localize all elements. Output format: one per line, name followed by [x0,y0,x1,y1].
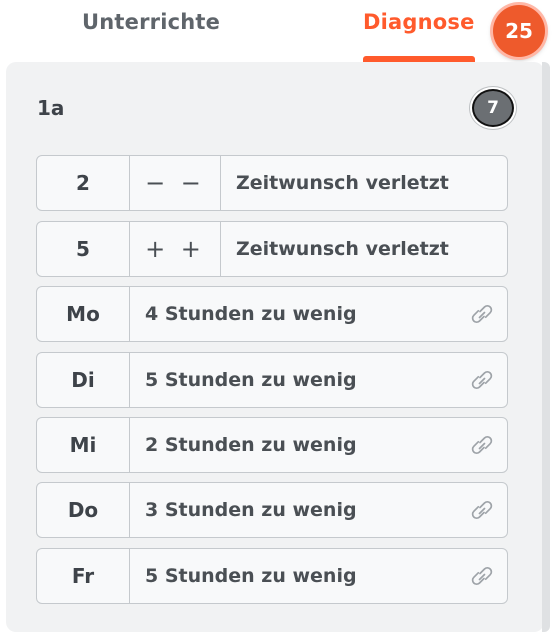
day-label: Fr [37,549,130,603]
time-wish-symbol: + + [130,222,221,276]
link-icon[interactable] [457,549,507,603]
day-label: Di [37,353,130,407]
day-row-mo[interactable]: Mo 4 Stunden zu wenig [36,286,508,342]
link-icon[interactable] [457,353,507,407]
diagnosis-panel [6,62,544,632]
panel-scrollbar[interactable] [542,62,550,632]
day-row-di[interactable]: Di 5 Stunden zu wenig [36,352,508,408]
time-wish-row[interactable]: 5 + + Zeitwunsch verletzt [36,221,508,277]
day-label: Do [37,483,130,537]
day-issue-text: 5 Stunden zu wenig [145,369,357,391]
tab-bar: Unterrichte Diagnose 25 [0,0,558,62]
time-wish-text: Zeitwunsch verletzt [236,172,449,194]
link-icon[interactable] [457,418,507,472]
day-label: Mo [37,287,130,341]
link-icon[interactable] [457,287,507,341]
link-icon[interactable] [457,483,507,537]
day-label: Mi [37,418,130,472]
issue-count-badge: 7 [472,89,514,127]
class-title: 1a [37,96,65,120]
period-number: 2 [37,156,130,210]
time-wish-row[interactable]: 2 − − Zeitwunsch verletzt [36,155,508,211]
diagnose-count-badge: 25 [493,5,545,57]
tab-unterrichte[interactable]: Unterrichte [82,10,220,34]
day-row-do[interactable]: Do 3 Stunden zu wenig [36,482,508,538]
time-wish-symbol: − − [130,156,221,210]
day-issue-text: 5 Stunden zu wenig [145,565,357,587]
tab-diagnose[interactable]: Diagnose [363,10,475,34]
day-row-fr[interactable]: Fr 5 Stunden zu wenig [36,548,508,604]
time-wish-text: Zeitwunsch verletzt [236,238,449,260]
period-number: 5 [37,222,130,276]
day-issue-text: 4 Stunden zu wenig [145,303,357,325]
day-issue-text: 2 Stunden zu wenig [145,434,357,456]
day-issue-text: 3 Stunden zu wenig [145,499,357,521]
day-row-mi[interactable]: Mi 2 Stunden zu wenig [36,417,508,473]
